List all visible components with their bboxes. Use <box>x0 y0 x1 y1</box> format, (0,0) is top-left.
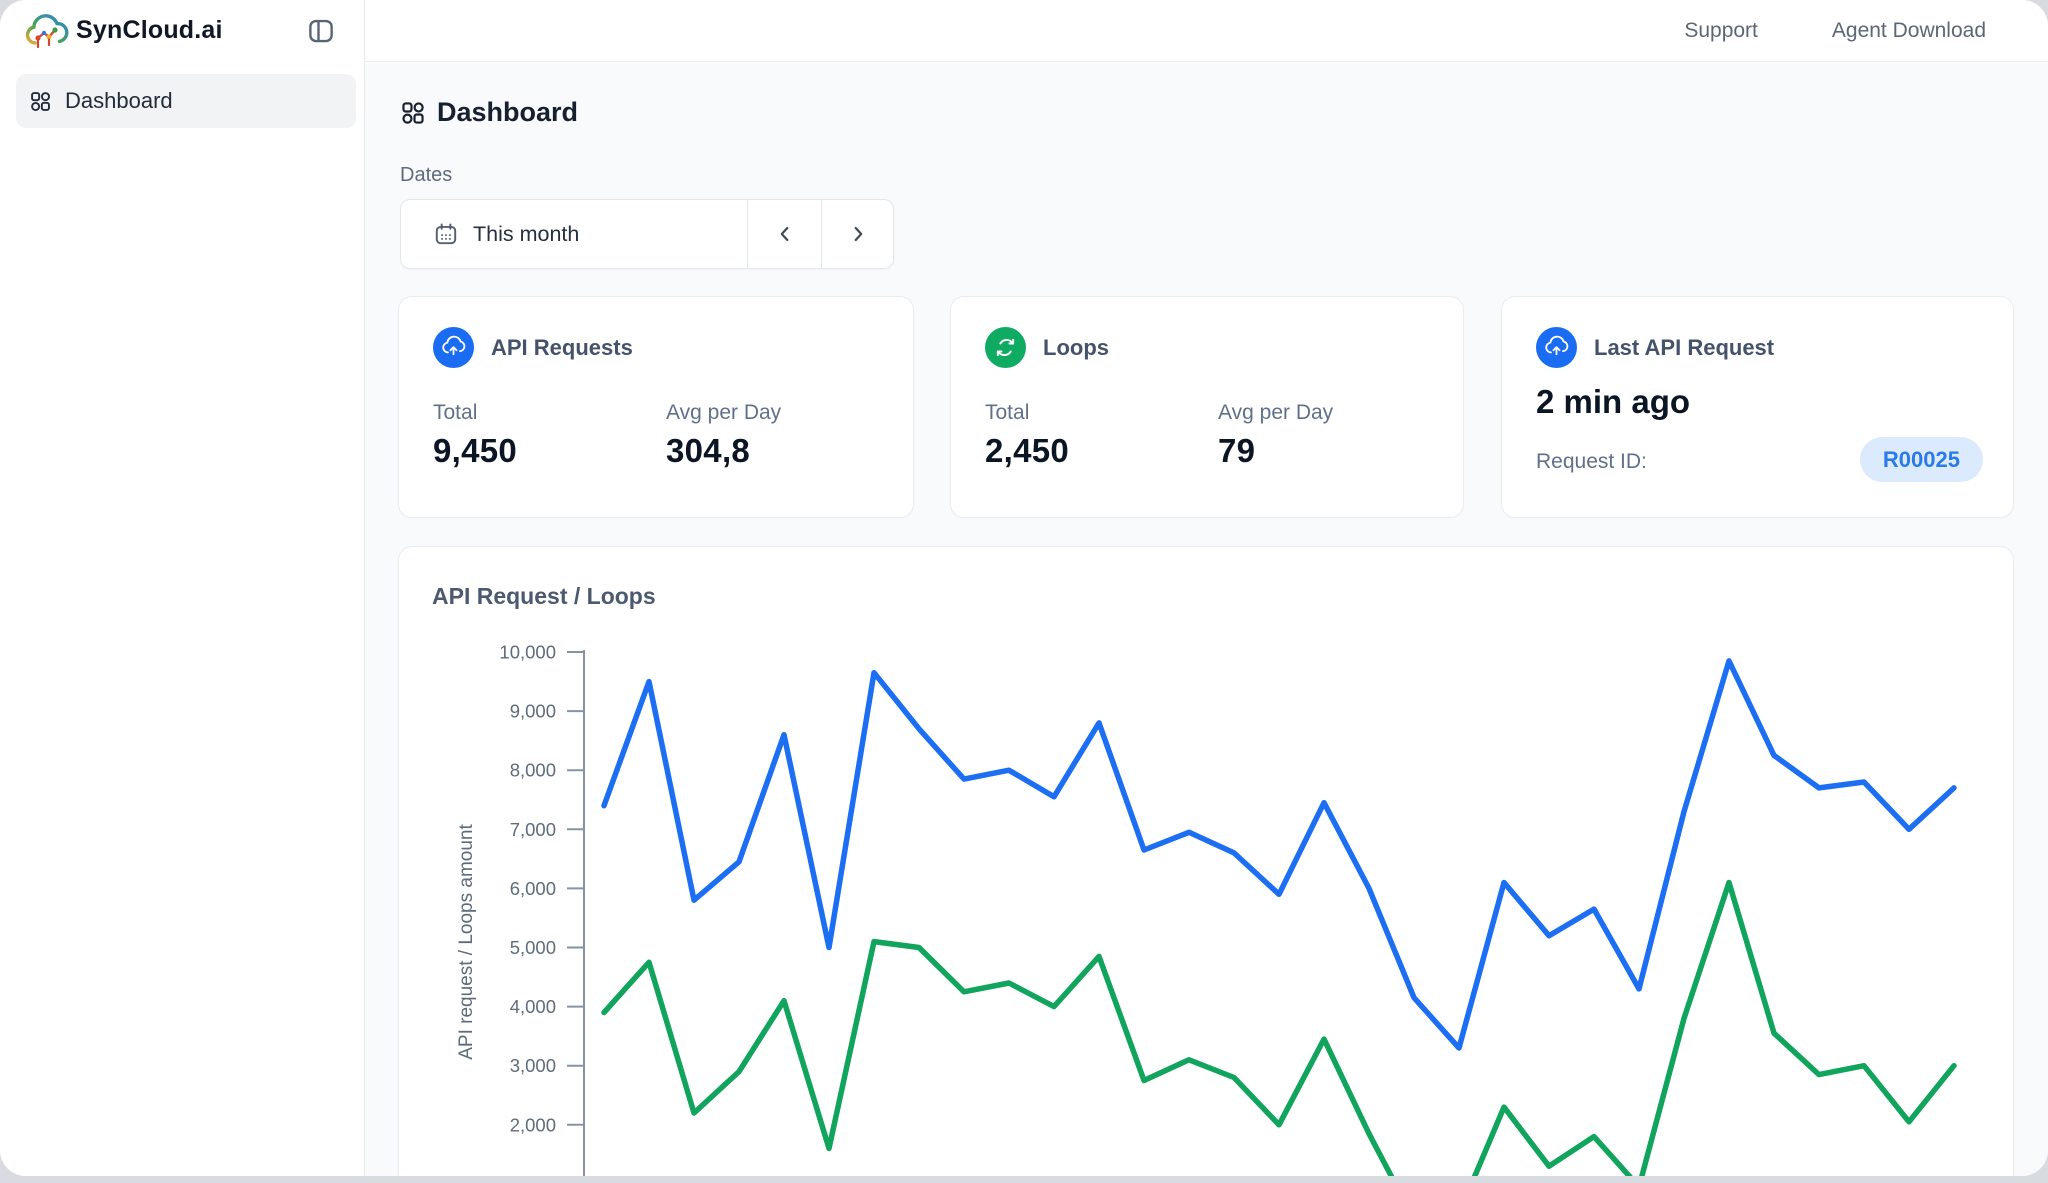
next-period-button[interactable] <box>821 200 893 268</box>
date-range-button[interactable]: This month <box>401 200 747 268</box>
svg-text:3,000: 3,000 <box>510 1055 556 1076</box>
avg-per-day-label: Avg per Day <box>666 401 781 425</box>
total-label: Total <box>433 401 477 425</box>
chevron-left-icon <box>774 223 796 245</box>
svg-text:2,000: 2,000 <box>510 1114 556 1135</box>
page-title-grid-icon <box>400 100 426 131</box>
dashboard-grid-icon <box>29 90 52 113</box>
panel-left-icon <box>306 16 336 46</box>
svg-text:8,000: 8,000 <box>510 760 556 781</box>
support-link[interactable]: Support <box>1678 18 1764 44</box>
last-api-request-card: Last API Request 2 min ago Request ID: R… <box>1501 296 2014 518</box>
cloud-upload-icon <box>1536 327 1577 368</box>
chevron-right-icon <box>847 223 869 245</box>
svg-text:10,000: 10,000 <box>499 642 556 663</box>
date-filter-control: This month <box>400 199 894 269</box>
api-requests-card: API Requests Total 9,450 Avg per Day 304… <box>398 296 914 518</box>
chart-canvas: 10,000 9,000 8,000 7,000 6,000 5,000 4,000 3,00… <box>399 547 2015 1176</box>
avg-per-day-value: 79 <box>1218 432 1255 470</box>
calendar-icon <box>433 221 459 247</box>
previous-period-button[interactable] <box>747 200 821 268</box>
avg-per-day-value: 304,8 <box>666 432 750 470</box>
stat-card-title: Last API Request <box>1594 335 1774 361</box>
sidebar-item-label: Dashboard <box>65 88 173 114</box>
request-id-badge: R00025 <box>1860 437 1983 482</box>
dates-label: Dates <box>400 164 452 187</box>
svg-text:9,000: 9,000 <box>510 701 556 722</box>
sidebar-item-dashboard[interactable]: Dashboard <box>16 74 356 128</box>
svg-text:5,000: 5,000 <box>510 937 556 958</box>
sidebar-collapse-button[interactable] <box>304 15 338 49</box>
last-request-time: 2 min ago <box>1536 383 1690 421</box>
avg-per-day-label: Avg per Day <box>1218 401 1333 425</box>
stat-card-title: Loops <box>1043 335 1109 361</box>
cloud-upload-icon <box>433 327 474 368</box>
total-value: 2,450 <box>985 432 1069 470</box>
request-id-label: Request ID: <box>1536 450 1647 474</box>
loops-card: Loops Total 2,450 Avg per Day 79 <box>950 296 1464 518</box>
app-title: SynCloud.ai <box>76 16 223 45</box>
app-window: SynCloud.ai Dashboard Support A <box>0 0 2048 1176</box>
agent-download-link[interactable]: Agent Download <box>1826 18 1992 44</box>
page-title: Dashboard <box>437 97 578 128</box>
svg-text:6,000: 6,000 <box>510 878 556 899</box>
topbar: Support Agent Download <box>365 0 2048 62</box>
syncloud-logo-icon <box>24 11 70 51</box>
stat-card-title: API Requests <box>491 335 633 361</box>
date-range-value: This month <box>473 222 579 247</box>
sidebar-logo-row: SynCloud.ai <box>0 0 364 64</box>
total-value: 9,450 <box>433 432 517 470</box>
total-label: Total <box>985 401 1029 425</box>
sidebar: SynCloud.ai Dashboard <box>0 0 365 1176</box>
chart-card: API Request / Loops API request / Loops … <box>398 546 2014 1176</box>
loops-icon <box>985 327 1026 368</box>
svg-text:4,000: 4,000 <box>510 996 556 1017</box>
svg-text:7,000: 7,000 <box>510 819 556 840</box>
